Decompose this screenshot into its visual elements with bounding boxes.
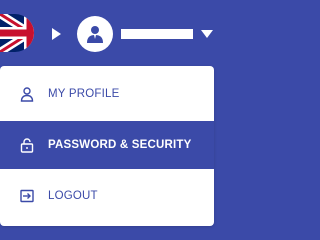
menu-item-my-profile[interactable]: MY PROFILE bbox=[0, 70, 214, 118]
top-bar bbox=[0, 0, 214, 64]
user-icon bbox=[18, 85, 36, 103]
triangle-right-icon[interactable] bbox=[52, 28, 61, 40]
menu-item-label: LOGOUT bbox=[48, 190, 98, 202]
username-redacted[interactable] bbox=[121, 29, 193, 39]
logout-icon bbox=[18, 187, 36, 205]
user-avatar-icon[interactable] bbox=[77, 16, 113, 52]
menu-item-label: MY PROFILE bbox=[48, 88, 120, 100]
menu-item-label: PASSWORD & SECURITY bbox=[48, 139, 192, 151]
lock-icon bbox=[18, 136, 36, 154]
chevron-down-icon[interactable] bbox=[201, 30, 213, 38]
account-dropdown-menu: MY PROFILE PASSWORD & SECURITY LOGOUT bbox=[0, 66, 214, 226]
menu-item-logout[interactable]: LOGOUT bbox=[0, 172, 214, 220]
menu-item-password-security[interactable]: PASSWORD & SECURITY bbox=[0, 121, 214, 169]
uk-flag-icon[interactable] bbox=[0, 14, 34, 52]
